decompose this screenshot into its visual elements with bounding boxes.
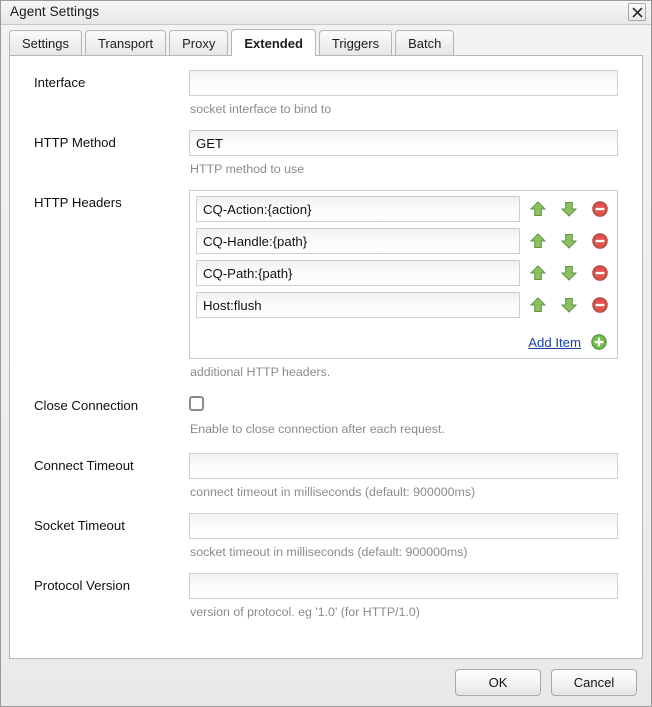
close-connection-hint: Enable to close connection after each re… xyxy=(190,422,445,436)
tab-label: Transport xyxy=(97,35,154,51)
http-headers-label: HTTP Headers xyxy=(34,195,122,210)
protocol-version-input[interactable] xyxy=(189,573,618,599)
arrow-up-icon[interactable] xyxy=(529,296,547,314)
protocol-version-label: Protocol Version xyxy=(34,578,131,593)
tab-label: Triggers xyxy=(331,35,380,51)
header-row-actions xyxy=(520,232,611,250)
header-item-row xyxy=(196,292,611,318)
interface-hint: socket interface to bind to xyxy=(190,102,332,116)
field-row-interface: Interface socket interface to bind to xyxy=(34,70,618,116)
http-method-input[interactable] xyxy=(189,130,618,156)
tab-settings[interactable]: Settings xyxy=(9,30,82,55)
settings-form: Interface socket interface to bind to HT… xyxy=(10,56,642,629)
http-method-label: HTTP Method xyxy=(34,135,116,150)
header-value-input[interactable] xyxy=(196,228,520,254)
header-item-row xyxy=(196,196,611,222)
remove-circle-icon[interactable] xyxy=(591,232,609,250)
tab-transport[interactable]: Transport xyxy=(84,30,167,55)
close-connection-checkbox[interactable] xyxy=(189,396,204,411)
window-title: Agent Settings xyxy=(10,4,100,19)
arrow-up-icon[interactable] xyxy=(529,264,547,282)
tab-batch[interactable]: Batch xyxy=(395,30,455,55)
agent-settings-dialog: Agent Settings Settings Transport Proxy … xyxy=(0,0,652,707)
header-value-input[interactable] xyxy=(196,196,520,222)
tab-label: Extended xyxy=(244,35,303,51)
dialog-button-bar: OK Cancel xyxy=(1,659,651,706)
tab-label: Batch xyxy=(408,35,442,51)
tab-label: Settings xyxy=(22,35,69,51)
add-item-row: Add Item xyxy=(196,324,611,353)
arrow-down-icon[interactable] xyxy=(560,264,578,282)
title-bar: Agent Settings xyxy=(1,1,651,25)
remove-circle-icon[interactable] xyxy=(591,296,609,314)
header-item-row xyxy=(196,260,611,286)
connect-timeout-label: Connect Timeout xyxy=(34,458,134,473)
socket-timeout-input[interactable] xyxy=(189,513,618,539)
tab-proxy[interactable]: Proxy xyxy=(169,30,229,55)
interface-label: Interface xyxy=(34,75,86,90)
socket-timeout-label: Socket Timeout xyxy=(34,518,125,533)
field-row-close-connection: Close Connection Enable to close connect… xyxy=(34,393,618,436)
protocol-version-hint: version of protocol. eg '1.0' (for HTTP/… xyxy=(190,605,420,619)
add-circle-icon[interactable] xyxy=(590,333,608,351)
field-row-http-headers: HTTP Headers CQ-Action:{action} CQ-Handl… xyxy=(34,190,618,379)
remove-circle-icon[interactable] xyxy=(591,264,609,282)
tab-triggers[interactable]: Triggers xyxy=(318,30,393,55)
header-value-input[interactable] xyxy=(196,260,520,286)
tab-label: Proxy xyxy=(182,35,216,51)
arrow-down-icon[interactable] xyxy=(560,296,578,314)
remove-circle-icon[interactable] xyxy=(591,200,609,218)
http-headers-hint: additional HTTP headers. xyxy=(190,365,331,379)
tab-strip: Settings Transport Proxy Extended Trigge… xyxy=(9,29,643,56)
cancel-button[interactable]: Cancel xyxy=(551,669,637,696)
header-row-actions xyxy=(520,200,611,218)
close-icon[interactable] xyxy=(628,3,646,21)
field-row-protocol-version: Protocol Version version of protocol. eg… xyxy=(34,573,618,619)
field-row-connect-timeout: Connect Timeout connect timeout in milli… xyxy=(34,453,618,499)
socket-timeout-hint: socket timeout in milliseconds (default:… xyxy=(190,545,468,559)
tab-extended[interactable]: Extended xyxy=(231,29,316,56)
header-row-actions xyxy=(520,264,611,282)
arrow-down-icon[interactable] xyxy=(560,232,578,250)
connect-timeout-hint: connect timeout in milliseconds (default… xyxy=(190,485,476,499)
arrow-up-icon[interactable] xyxy=(529,232,547,250)
add-item-link[interactable]: Add Item xyxy=(528,335,581,350)
connect-timeout-input[interactable] xyxy=(189,453,618,479)
arrow-up-icon[interactable] xyxy=(529,200,547,218)
http-headers-list: Add Item xyxy=(189,190,618,359)
field-row-socket-timeout: Socket Timeout socket timeout in millise… xyxy=(34,513,618,559)
arrow-down-icon[interactable] xyxy=(560,200,578,218)
ok-button[interactable]: OK xyxy=(455,669,541,696)
field-row-http-method: HTTP Method HTTP method to use xyxy=(34,130,618,176)
interface-input[interactable] xyxy=(189,70,618,96)
header-row-actions xyxy=(520,296,611,314)
header-item-row xyxy=(196,228,611,254)
header-value-input[interactable] xyxy=(196,292,520,318)
close-connection-label: Close Connection xyxy=(34,398,139,413)
http-method-hint: HTTP method to use xyxy=(190,162,305,176)
extended-settings-panel: Interface socket interface to bind to HT… xyxy=(9,55,643,659)
